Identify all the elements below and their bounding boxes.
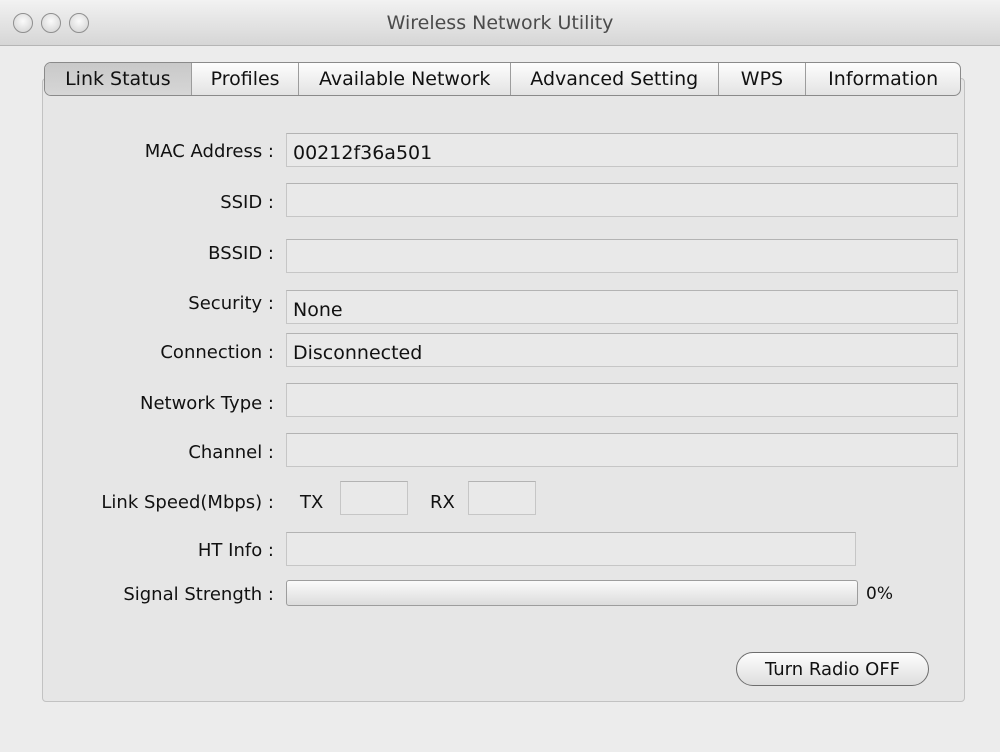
link-speed-label: Link Speed(Mbps) : — [101, 492, 274, 513]
rx-label: RX — [430, 492, 455, 513]
channel-field — [286, 433, 958, 467]
turn-radio-off-button[interactable]: Turn Radio OFF — [736, 652, 929, 686]
ssid-label: SSID : — [220, 192, 274, 213]
network-type-label: Network Type : — [139, 393, 274, 414]
bssid-label: BSSID : — [208, 243, 274, 264]
tab-bar: Link Status Profiles Available Network A… — [44, 62, 961, 96]
connection-label: Connection : — [160, 342, 274, 363]
rx-field — [468, 481, 536, 515]
signal-strength-percent: 0% — [866, 584, 893, 604]
app-window: Wireless Network Utility Link Status Pro… — [0, 0, 1000, 752]
tx-field — [340, 481, 408, 515]
signal-strength-label: Signal Strength : — [123, 584, 274, 605]
ht-info-label: HT Info : — [197, 540, 274, 561]
security-field: None — [286, 290, 958, 324]
channel-label: Channel : — [188, 442, 274, 463]
tab-link-status[interactable]: Link Status — [45, 63, 191, 95]
tab-information[interactable]: Information — [805, 63, 960, 95]
ht-info-field — [286, 532, 856, 566]
tab-available-network[interactable]: Available Network — [298, 63, 510, 95]
connection-field: Disconnected — [286, 333, 958, 367]
signal-strength-bar — [286, 580, 858, 606]
window-title: Wireless Network Utility — [386, 12, 614, 34]
tab-profiles[interactable]: Profiles — [190, 63, 299, 95]
mac-address-field: 00212f36a501 — [286, 133, 958, 167]
security-label: Security : — [188, 293, 274, 314]
mac-address-label: MAC Address : — [144, 141, 274, 162]
bssid-field — [286, 239, 958, 273]
network-type-field — [286, 383, 958, 417]
ssid-field — [286, 183, 958, 217]
tab-advanced-setting[interactable]: Advanced Setting — [509, 63, 718, 95]
title-bar: Wireless Network Utility — [0, 0, 1000, 46]
tx-label: TX — [300, 492, 324, 513]
tab-wps[interactable]: WPS — [717, 63, 806, 95]
